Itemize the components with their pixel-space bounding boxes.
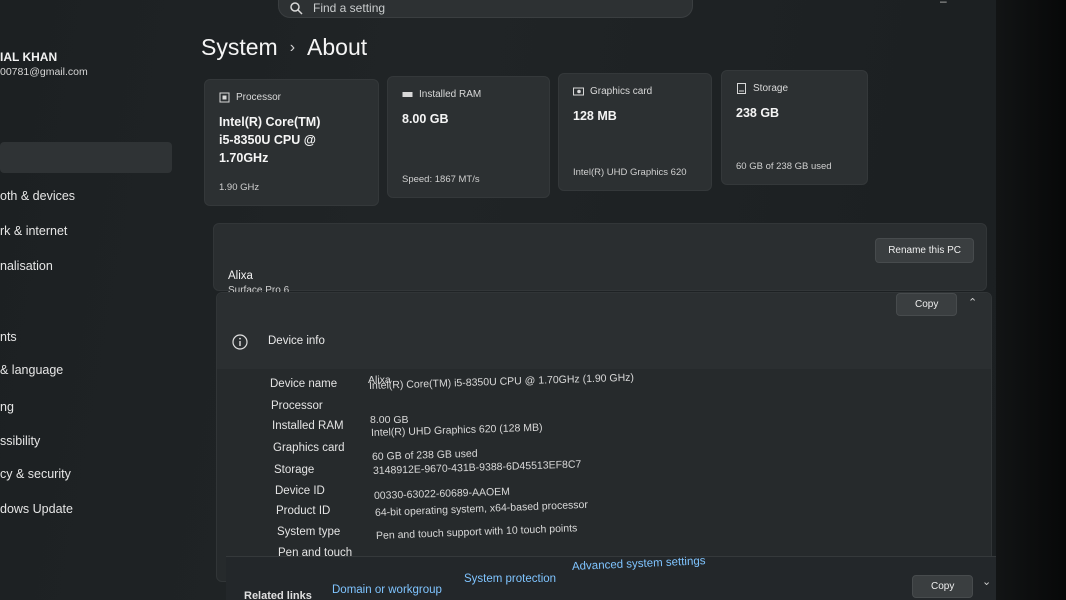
link-system-protection[interactable]: System protection	[464, 573, 556, 585]
profile-email: 00781@gmail.com	[0, 66, 88, 78]
sidebar-item-windows-update[interactable]: dows Update	[0, 502, 73, 516]
storage-card: Storage 238 GB 60 GB of 238 GB used	[721, 70, 868, 185]
spec-value: 8.00 GB	[370, 414, 409, 426]
spec-label: Device name	[270, 378, 338, 390]
sidebar-item-bluetooth[interactable]: oth & devices	[0, 189, 75, 203]
ram-icon	[402, 92, 413, 97]
device-info-panel	[216, 292, 992, 582]
card-value-line: 1.70GHz	[219, 151, 269, 165]
related-links-label: Related links	[244, 590, 312, 600]
breadcrumb-current: About	[307, 34, 368, 60]
sidebar-item-accessibility[interactable]: ssibility	[0, 434, 40, 448]
info-icon	[232, 334, 248, 350]
spec-label: Storage	[274, 464, 315, 476]
sidebar-item-network[interactable]: rk & internet	[0, 224, 67, 238]
profile-name: IAL KHAN	[0, 50, 58, 64]
search-input[interactable]: Find a setting	[313, 1, 385, 15]
link-domain-workgroup[interactable]: Domain or workgroup	[332, 584, 442, 596]
sidebar-item-time-language[interactable]: & language	[0, 363, 63, 377]
sidebar-item-accounts[interactable]: nts	[0, 330, 17, 344]
spec-label: Product ID	[276, 505, 331, 517]
card-detail: Speed: 1867 MT/s	[402, 174, 480, 185]
search-icon	[290, 2, 303, 15]
card-detail: Intel(R) UHD Graphics 620	[573, 167, 687, 178]
card-value-line: Intel(R) Core(TM)	[219, 115, 321, 129]
card-value-line: 238 GB	[736, 106, 780, 120]
chevron-down-icon[interactable]: ⌄	[982, 575, 991, 588]
sidebar-item-gaming[interactable]: ng	[0, 400, 14, 414]
breadcrumb-separator: ›	[289, 38, 296, 56]
pc-name: Alixa	[228, 270, 253, 282]
sidebar-item-privacy-security[interactable]: cy & security	[0, 467, 71, 481]
device-info-header[interactable]	[217, 293, 991, 369]
card-value-line: 8.00 GB	[402, 112, 449, 126]
card-value-line: i5-8350U CPU @	[219, 133, 316, 147]
copy-windows-spec-button[interactable]: Copy	[912, 575, 974, 598]
device-bezel	[996, 0, 1066, 600]
pc-name-panel: Rename this PC	[213, 223, 987, 291]
card-title: Installed RAM	[419, 89, 482, 100]
spec-label: Processor	[271, 400, 323, 412]
minimize-icon[interactable]: –	[940, 0, 947, 8]
page-title: System › About	[201, 34, 367, 61]
graphics-card-icon	[573, 87, 584, 96]
search-box[interactable]: Find a setting	[278, 0, 693, 18]
graphics-card-card: Graphics card 128 MB Intel(R) UHD Graphi…	[558, 73, 712, 191]
processor-card: Processor Intel(R) Core(TM) i5-8350U CPU…	[204, 79, 379, 206]
spec-label: System type	[277, 526, 341, 538]
sidebar-item-system[interactable]	[0, 142, 172, 173]
card-detail: 60 GB of 238 GB used	[736, 161, 832, 172]
rename-pc-button[interactable]: Rename this PC	[875, 238, 974, 263]
storage-icon	[737, 83, 746, 94]
card-detail: 1.90 GHz	[219, 182, 260, 193]
card-value-line: 128 MB	[573, 109, 617, 123]
sidebar-item-personalisation[interactable]: nalisation	[0, 259, 53, 273]
spec-label: Graphics card	[273, 442, 345, 454]
settings-window: Find a setting – IAL KHAN 00781@gmail.co…	[0, 0, 1001, 600]
spec-label: Installed RAM	[272, 420, 344, 432]
spec-label: Device ID	[275, 485, 325, 497]
card-title: Storage	[753, 83, 789, 94]
device-info-title: Device info	[268, 335, 325, 347]
breadcrumb-parent[interactable]: System	[201, 34, 278, 61]
chevron-up-icon[interactable]: ⌃	[968, 296, 977, 309]
ram-card: Installed RAM 8.00 GB Speed: 1867 MT/s	[387, 76, 550, 198]
copy-device-info-button[interactable]: Copy	[896, 293, 958, 316]
processor-icon	[219, 92, 230, 103]
card-title: Processor	[236, 92, 282, 103]
card-title: Graphics card	[590, 86, 653, 97]
